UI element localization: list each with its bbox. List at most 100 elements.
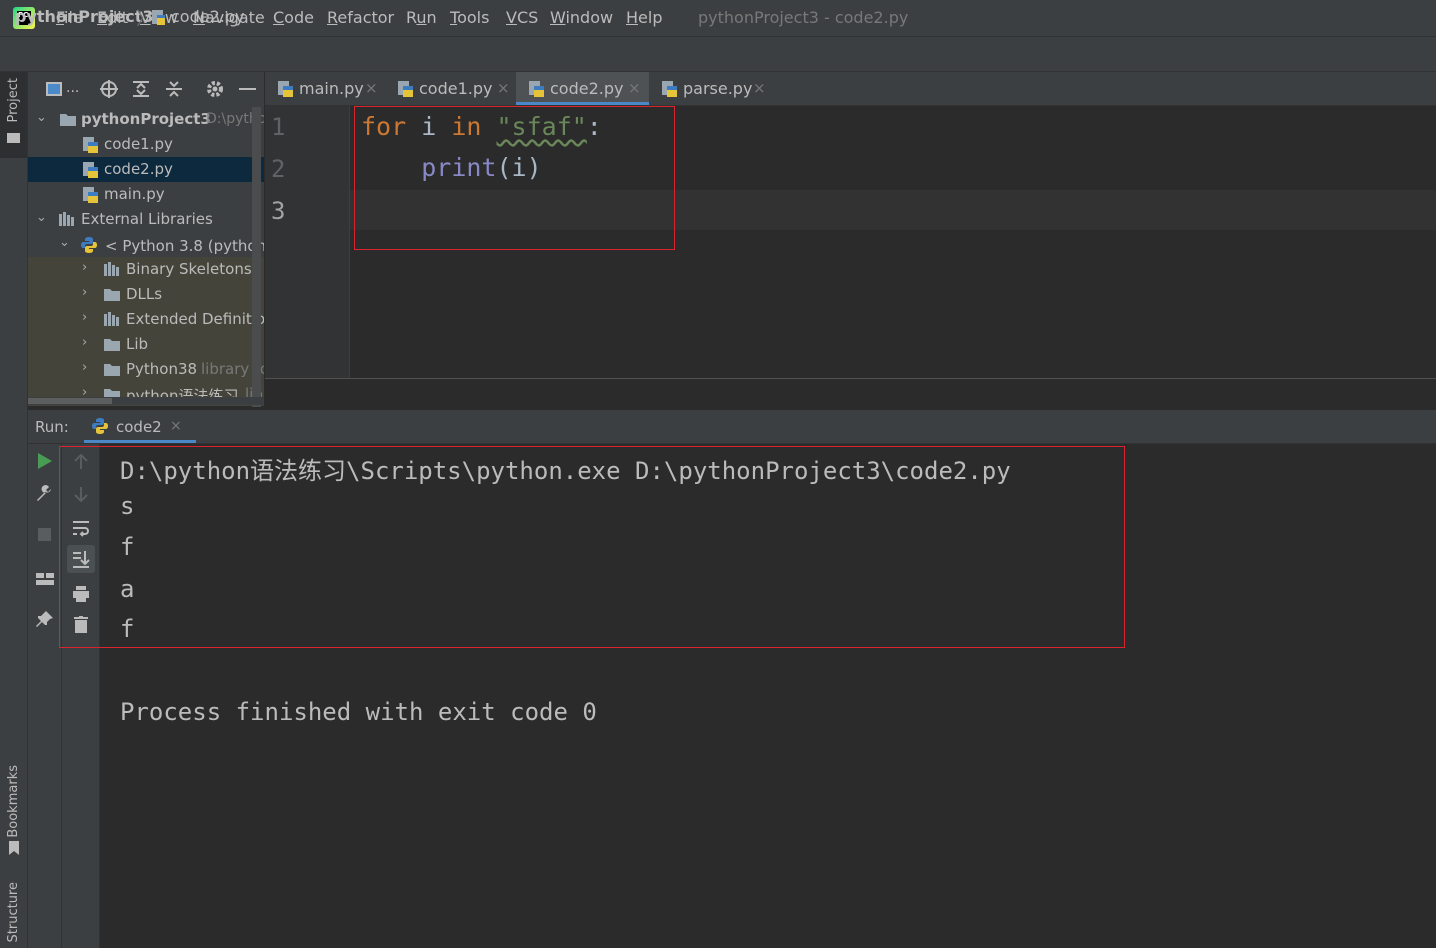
editor-gutter: [265, 106, 350, 378]
chevron-right-icon[interactable]: ›: [82, 260, 87, 275]
python-file-icon: [278, 81, 294, 101]
menu-code[interactable]: Code: [273, 8, 314, 27]
python-file-icon: [83, 137, 99, 157]
menu-tools[interactable]: Tools: [450, 8, 489, 27]
tree-external-libraries[interactable]: ⌄ External Libraries: [28, 207, 264, 232]
tree-label: Lib: [126, 335, 149, 353]
python-run-icon: [92, 418, 108, 438]
python-icon: [81, 237, 97, 257]
tab-main-py[interactable]: main.py ×: [265, 72, 381, 105]
library-icon: [104, 262, 122, 280]
window-title: pythonProject3 - code2.py: [698, 8, 909, 27]
python-file-icon: [83, 162, 99, 182]
tree-horizontal-scrollbar[interactable]: [28, 398, 112, 404]
structure-tool-button[interactable]: Structure: [6, 882, 21, 942]
chevron-down-icon[interactable]: ⌄: [36, 210, 47, 225]
panel-gap: [264, 379, 1436, 410]
tree-child-binary-skeletons[interactable]: › Binary Skeletons: [28, 257, 264, 282]
layout-icon[interactable]: [36, 570, 54, 589]
wrench-icon[interactable]: [36, 485, 54, 507]
navigation-bar: [0, 37, 1436, 72]
breadcrumb-project[interactable]: pythonProject3: [15, 7, 154, 26]
console-highlight-box: [59, 446, 1125, 648]
tab-parse-py[interactable]: parse.py ×: [649, 72, 769, 105]
tree-child-python38[interactable]: › Python38 library ro: [28, 357, 264, 382]
tree-label: Python38: [126, 360, 198, 378]
chevron-right-icon[interactable]: ›: [82, 310, 87, 325]
tree-child-lib[interactable]: › Lib: [28, 332, 264, 357]
tree-root-name: pythonProject3: [81, 110, 211, 128]
tab-label: code1.py: [419, 79, 493, 98]
menu-window[interactable]: Window: [550, 8, 613, 27]
tree-file-code1[interactable]: code1.py: [28, 132, 264, 157]
run-panel-header: [28, 410, 1436, 444]
close-icon[interactable]: ×: [170, 418, 182, 434]
tree-file-code2-selected[interactable]: code2.py: [28, 157, 264, 182]
stop-icon[interactable]: [38, 528, 51, 541]
expand-all-icon[interactable]: [132, 80, 150, 102]
tab-code2-py-active[interactable]: code2.py ×: [516, 72, 649, 105]
library-icon: [104, 312, 122, 330]
line-number: 1: [271, 113, 286, 141]
tree-python-sdk[interactable]: ⌄ < Python 3.8 (python语: [28, 232, 264, 257]
tree-file-label: code1.py: [104, 135, 173, 153]
run-tab-label: code2: [116, 418, 162, 436]
bookmarks-tool-button[interactable]: Bookmarks: [6, 765, 21, 838]
close-icon[interactable]: ×: [365, 79, 378, 97]
hide-icon[interactable]: [239, 88, 256, 90]
tree-child-extended-definitions[interactable]: › Extended Definitions: [28, 307, 264, 332]
project-stripe-label: Project: [6, 78, 21, 123]
console-line-exit: Process finished with exit code 0: [120, 698, 597, 726]
tree-vertical-scrollbar[interactable]: [252, 107, 261, 407]
chevron-right-icon[interactable]: ›: [82, 335, 87, 350]
folder-icon: [104, 362, 120, 380]
tree-label: < Python 3.8 (python语: [105, 237, 264, 255]
chevron-right-icon[interactable]: ›: [82, 285, 87, 300]
tree-file-main[interactable]: main.py: [28, 182, 264, 207]
tree-child-dlls[interactable]: › DLLs: [28, 282, 264, 307]
tab-label: code2.py: [550, 79, 624, 98]
close-icon[interactable]: ×: [753, 79, 766, 97]
collapse-all-icon[interactable]: [165, 80, 183, 102]
code-highlight-box: [354, 106, 675, 250]
tab-code1-py[interactable]: code1.py ×: [385, 72, 513, 105]
project-view-icon[interactable]: [46, 82, 62, 96]
menu-help[interactable]: Help: [626, 8, 662, 27]
project-view-dropdown[interactable]: ...: [66, 80, 79, 96]
rerun-icon[interactable]: [38, 453, 52, 473]
close-icon[interactable]: ×: [628, 79, 641, 97]
tree-file-label: main.py: [104, 185, 165, 203]
project-tool-button[interactable]: Project: [0, 72, 27, 158]
tab-label: parse.py: [683, 79, 753, 98]
close-icon[interactable]: ×: [497, 79, 510, 97]
python-file-icon: [83, 187, 99, 207]
tree-root[interactable]: ⌄ pythonProject3 D:\pytho: [28, 107, 264, 132]
gear-icon[interactable]: [206, 80, 224, 102]
pin-icon[interactable]: [36, 610, 54, 632]
tree-file-label: code2.py: [104, 160, 173, 178]
menu-vcs[interactable]: VCS: [506, 8, 538, 27]
folder-icon: [104, 337, 120, 355]
project-folder-icon: [7, 133, 20, 143]
breadcrumb-file[interactable]: code2.py: [171, 7, 244, 26]
menu-refactor[interactable]: Refactor: [327, 8, 394, 27]
bookmark-icon: [9, 840, 19, 859]
tree-label: DLLs: [126, 285, 163, 303]
tree-label: Extended Definitions: [126, 310, 264, 328]
tree-label: External Libraries: [81, 210, 213, 228]
python-file-icon: [398, 81, 414, 101]
chevron-right-icon[interactable]: ›: [82, 360, 87, 375]
line-number: 2: [271, 155, 286, 183]
tree-label: Binary Skeletons: [126, 260, 252, 278]
chevron-down-icon[interactable]: ⌄: [59, 235, 70, 250]
library-icon: [59, 212, 77, 230]
python-file-icon: [662, 81, 678, 101]
tab-label: main.py: [299, 79, 364, 98]
run-toolbar-primary: [28, 444, 62, 948]
folder-icon: [104, 287, 120, 305]
locate-icon[interactable]: [100, 80, 118, 102]
menu-run[interactable]: Run: [406, 8, 437, 27]
line-number-current: 3: [271, 197, 286, 225]
project-tree: ⌄ pythonProject3 D:\pytho code1.py code2…: [28, 106, 264, 406]
chevron-down-icon[interactable]: ⌄: [36, 110, 47, 125]
